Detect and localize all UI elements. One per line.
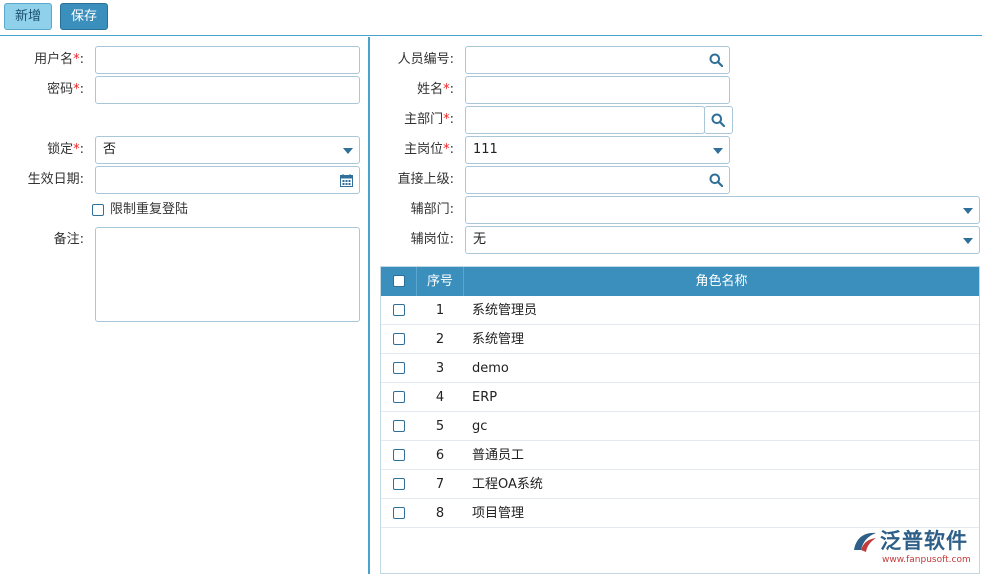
name-input[interactable] bbox=[465, 76, 730, 104]
table-row[interactable]: 7 工程OA系统 bbox=[381, 470, 979, 499]
search-icon[interactable] bbox=[709, 53, 723, 67]
dropdown-arrow-icon bbox=[963, 238, 973, 244]
staff-info-pane: 人员编号: 姓名*: 主部门*: 主岗位*: 111 直接上级: 辅部门: 辅岗… bbox=[370, 37, 982, 574]
row-checkbox[interactable] bbox=[393, 478, 405, 490]
row-checkbox[interactable] bbox=[393, 391, 405, 403]
sub-dept-select[interactable] bbox=[465, 196, 980, 224]
logo-mark-icon bbox=[854, 532, 876, 552]
user-account-pane: 用户名*: 密码*: 锁定*: 否 生效日期: 限制重复登陆 备注: bbox=[0, 37, 368, 574]
row-role-name: 项目管理 bbox=[472, 506, 525, 521]
sub-post-label: 辅岗位: bbox=[410, 232, 454, 247]
table-header: 序号 角色名称 bbox=[381, 267, 979, 296]
limit-login-checkbox[interactable] bbox=[92, 204, 104, 216]
table-row[interactable]: 1 系统管理员 bbox=[381, 296, 979, 325]
row-seq: 5 bbox=[435, 419, 445, 434]
row-seq: 3 bbox=[435, 361, 445, 376]
main-post-select[interactable]: 111 bbox=[465, 136, 730, 164]
save-button[interactable]: 保存 bbox=[60, 3, 108, 30]
username-label: 用户名*: bbox=[34, 52, 84, 67]
column-header-seq[interactable]: 序号 bbox=[417, 267, 463, 296]
row-role-name: 系统管理 bbox=[472, 332, 525, 347]
row-role-name: 工程OA系统 bbox=[472, 477, 543, 492]
main-post-label: 主岗位*: bbox=[404, 142, 454, 157]
table-row[interactable]: 8 项目管理 bbox=[381, 499, 979, 528]
row-seq: 7 bbox=[435, 477, 445, 492]
effective-date-label: 生效日期: bbox=[27, 172, 84, 187]
remark-textarea[interactable] bbox=[95, 227, 360, 322]
new-button[interactable]: 新增 bbox=[4, 3, 52, 30]
search-icon bbox=[711, 113, 725, 127]
locked-label: 锁定*: bbox=[47, 142, 84, 157]
row-seq: 6 bbox=[435, 448, 445, 463]
table-row[interactable]: 3 demo bbox=[381, 354, 979, 383]
remark-label: 备注: bbox=[53, 232, 84, 247]
row-checkbox[interactable] bbox=[393, 362, 405, 374]
search-icon[interactable] bbox=[709, 173, 723, 187]
row-seq: 1 bbox=[435, 303, 445, 318]
staff-no-input[interactable] bbox=[465, 46, 730, 74]
name-label: 姓名*: bbox=[417, 82, 454, 97]
table-row[interactable]: 2 系统管理 bbox=[381, 325, 979, 354]
password-label: 密码*: bbox=[47, 82, 84, 97]
dropdown-arrow-icon bbox=[343, 148, 353, 154]
main-dept-search-button[interactable] bbox=[704, 106, 733, 134]
sub-post-value: 无 bbox=[473, 232, 487, 247]
row-seq: 4 bbox=[435, 390, 445, 405]
row-checkbox[interactable] bbox=[393, 333, 405, 345]
column-header-role[interactable]: 角色名称 bbox=[464, 267, 979, 296]
toolbar: 新增 保存 bbox=[0, 0, 982, 36]
select-all-checkbox[interactable] bbox=[393, 275, 405, 287]
row-role-name: 系统管理员 bbox=[472, 303, 538, 318]
table-row[interactable]: 6 普通员工 bbox=[381, 441, 979, 470]
table-row[interactable]: 4 ERP bbox=[381, 383, 979, 412]
staff-no-label: 人员编号: bbox=[397, 52, 454, 67]
effective-date-input[interactable] bbox=[95, 166, 360, 194]
sub-post-select[interactable]: 无 bbox=[465, 226, 980, 254]
row-role-name: demo bbox=[472, 361, 509, 376]
row-checkbox[interactable] bbox=[393, 507, 405, 519]
superior-label: 直接上级: bbox=[397, 172, 454, 187]
calendar-icon[interactable] bbox=[340, 174, 353, 187]
locked-select[interactable]: 否 bbox=[95, 136, 360, 164]
superior-input[interactable] bbox=[465, 166, 730, 194]
main-dept-label: 主部门*: bbox=[404, 112, 454, 127]
password-input[interactable] bbox=[95, 76, 360, 104]
row-role-name: gc bbox=[472, 419, 488, 434]
row-role-name: ERP bbox=[472, 390, 498, 405]
row-seq: 2 bbox=[435, 332, 445, 347]
row-role-name: 普通员工 bbox=[472, 448, 525, 463]
main-post-value: 111 bbox=[473, 142, 498, 157]
username-input[interactable] bbox=[95, 46, 360, 74]
dropdown-arrow-icon bbox=[963, 208, 973, 214]
brand-logo: 泛普软件 www.fanpusoft.com bbox=[850, 526, 978, 570]
dropdown-arrow-icon bbox=[713, 148, 723, 154]
row-checkbox[interactable] bbox=[393, 420, 405, 432]
sub-dept-label: 辅部门: bbox=[410, 202, 454, 217]
row-checkbox[interactable] bbox=[393, 304, 405, 316]
row-checkbox[interactable] bbox=[393, 449, 405, 461]
limit-login-label[interactable]: 限制重复登陆 bbox=[110, 196, 188, 224]
logo-url: www.fanpusoft.com bbox=[882, 555, 971, 565]
logo-text: 泛普软件 bbox=[880, 529, 968, 553]
locked-select-value: 否 bbox=[103, 142, 117, 157]
main-dept-input[interactable] bbox=[465, 106, 705, 134]
table-row[interactable]: 5 gc bbox=[381, 412, 979, 441]
row-seq: 8 bbox=[435, 506, 445, 521]
